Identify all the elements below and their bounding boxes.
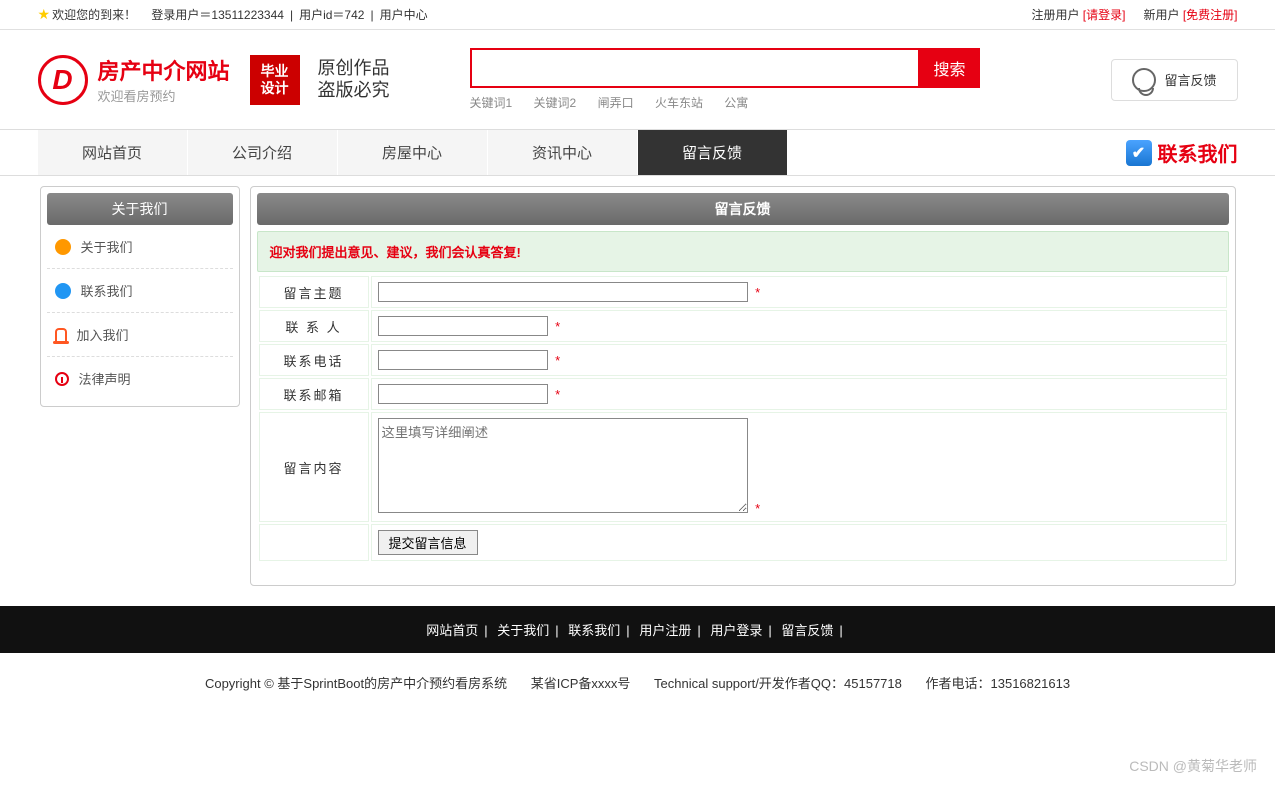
login-link[interactable]: [请登录] xyxy=(1083,8,1126,22)
info-icon xyxy=(55,239,71,255)
email-input[interactable] xyxy=(378,384,548,404)
required-mark: * xyxy=(555,319,560,334)
sidebar-item-legal[interactable]: 法律声明 xyxy=(47,357,233,400)
graduation-badge: 毕业 设计 xyxy=(250,55,300,105)
label-body: 留言内容 xyxy=(259,412,369,522)
keyword-list: 关键词1 关键词2 闸弄口 火车东站 公寓 xyxy=(470,94,980,111)
notice-banner: 迎对我们提出意见、建议，我们会认真答复! xyxy=(257,231,1229,272)
tech-support: Technical support/开发作者QQ：45157718 xyxy=(654,676,902,691)
logo-icon: D xyxy=(38,55,88,105)
keyword-link[interactable]: 火车东站 xyxy=(655,96,703,110)
sidebar-item-about[interactable]: 关于我们 xyxy=(47,225,233,269)
feedback-button[interactable]: 留言反馈 xyxy=(1111,59,1237,101)
nav-feedback[interactable]: 留言反馈 xyxy=(638,130,788,175)
sidebar-item-label: 关于我们 xyxy=(81,237,133,256)
login-user: 登录用户＝13511223344 xyxy=(151,6,284,23)
nav-news[interactable]: 资讯中心 xyxy=(488,130,638,175)
watermark: CSDN @黄菊华老师 xyxy=(1129,756,1257,776)
required-mark: * xyxy=(755,285,760,300)
sidebar-item-contact[interactable]: 联系我们 xyxy=(47,269,233,313)
nav-company[interactable]: 公司介绍 xyxy=(188,130,338,175)
contact-us-label: 联系我们 xyxy=(1158,138,1238,167)
main-content: 关于我们 关于我们 联系我们 加入我们 法律声明 留言反馈 迎对我们提出意见、建… xyxy=(38,186,1238,586)
icp: 某省ICP备xxxx号 xyxy=(531,676,631,691)
sidebar-item-join[interactable]: 加入我们 xyxy=(47,313,233,357)
keyword-link[interactable]: 关键词1 xyxy=(470,96,513,110)
main-nav: 网站首页 公司介绍 房屋中心 资讯中心 留言反馈 ✔ 联系我们 xyxy=(0,129,1275,176)
footer-info: Copyright © 基于SprintBoot的房产中介预约看房系统 某省IC… xyxy=(0,653,1275,732)
content-header: 留言反馈 xyxy=(257,193,1229,225)
nav-houses[interactable]: 房屋中心 xyxy=(338,130,488,175)
label-phone: 联系电话 xyxy=(259,344,369,376)
nav-home[interactable]: 网站首页 xyxy=(38,130,188,175)
logo[interactable]: D 房产中介网站 欢迎看房预约 毕业 设计 原创作品 盗版必究 xyxy=(38,54,390,105)
feedback-label: 留言反馈 xyxy=(1164,70,1216,89)
contact-us-link[interactable]: ✔ 联系我们 xyxy=(1126,138,1238,167)
clipboard-icon xyxy=(55,283,71,299)
content-panel: 留言反馈 迎对我们提出意见、建议，我们会认真答复! 留言主题 * 联 系 人 *… xyxy=(250,186,1236,586)
phone-input[interactable] xyxy=(378,350,548,370)
footer-link[interactable]: 用户注册 xyxy=(639,623,691,638)
body-textarea[interactable] xyxy=(378,418,748,513)
footer-link[interactable]: 留言反馈 xyxy=(781,623,833,638)
subject-input[interactable] xyxy=(378,282,748,302)
sidebar-header: 关于我们 xyxy=(47,193,233,225)
power-icon xyxy=(55,372,69,386)
label-contact: 联 系 人 xyxy=(259,310,369,342)
sidebar-item-label: 联系我们 xyxy=(81,281,133,300)
welcome-text: 欢迎您的到来！ xyxy=(52,6,136,23)
sidebar: 关于我们 关于我们 联系我们 加入我们 法律声明 xyxy=(40,186,240,407)
top-bar: ★ 欢迎您的到来！ 登录用户＝13511223344 | 用户id＝742 | … xyxy=(0,0,1275,30)
sidebar-item-label: 法律声明 xyxy=(79,369,131,388)
star-icon: ★ xyxy=(38,6,51,23)
site-subtitle: 欢迎看房预约 xyxy=(98,86,230,105)
footer-nav: 网站首页| 关于我们| 联系我们| 用户注册| 用户登录| 留言反馈| xyxy=(0,606,1275,653)
register-link[interactable]: [免费注册] xyxy=(1183,8,1238,22)
footer-link[interactable]: 网站首页 xyxy=(426,623,478,638)
search-button[interactable]: 搜索 xyxy=(920,48,980,88)
topbar-right: 注册用户 [请登录] 新用户 [免费注册] xyxy=(1031,6,1237,23)
label-subject: 留言主题 xyxy=(259,276,369,308)
label-email: 联系邮箱 xyxy=(259,378,369,410)
sidebar-item-label: 加入我们 xyxy=(77,325,129,344)
footer-link[interactable]: 联系我们 xyxy=(568,623,620,638)
keyword-link[interactable]: 关键词2 xyxy=(534,96,577,110)
submit-button[interactable]: 提交留言信息 xyxy=(378,530,478,555)
headset-icon xyxy=(1132,68,1156,92)
check-icon: ✔ xyxy=(1126,140,1152,166)
required-mark: * xyxy=(555,353,560,368)
author-phone: 作者电话：13516821613 xyxy=(926,676,1071,691)
search-input[interactable] xyxy=(470,48,920,88)
slogan: 原创作品 盗版必究 xyxy=(318,58,390,101)
user-id: 用户id＝742 xyxy=(299,6,364,23)
required-mark: * xyxy=(755,501,760,516)
feedback-form: 留言主题 * 联 系 人 * 联系电话 * 联系邮箱 * 留言内容 * xyxy=(257,274,1229,563)
registered-user-label: 注册用户 xyxy=(1031,8,1079,22)
search-area: 搜索 关键词1 关键词2 闸弄口 火车东站 公寓 xyxy=(470,48,980,111)
topbar-left: ★ 欢迎您的到来！ 登录用户＝13511223344 | 用户id＝742 | … xyxy=(38,6,428,23)
footer-link[interactable]: 关于我们 xyxy=(497,623,549,638)
copyright: Copyright © 基于SprintBoot的房产中介预约看房系统 xyxy=(205,676,507,691)
new-user-label: 新用户 xyxy=(1143,8,1179,22)
keyword-link[interactable]: 公寓 xyxy=(724,96,748,110)
header: D 房产中介网站 欢迎看房预约 毕业 设计 原创作品 盗版必究 搜索 关键词1 … xyxy=(38,30,1238,129)
site-title: 房产中介网站 xyxy=(98,54,230,86)
contact-input[interactable] xyxy=(378,316,548,336)
required-mark: * xyxy=(555,387,560,402)
footer-link[interactable]: 用户登录 xyxy=(710,623,762,638)
lock-icon xyxy=(55,328,67,342)
user-center-link[interactable]: 用户中心 xyxy=(380,6,428,23)
keyword-link[interactable]: 闸弄口 xyxy=(598,96,634,110)
